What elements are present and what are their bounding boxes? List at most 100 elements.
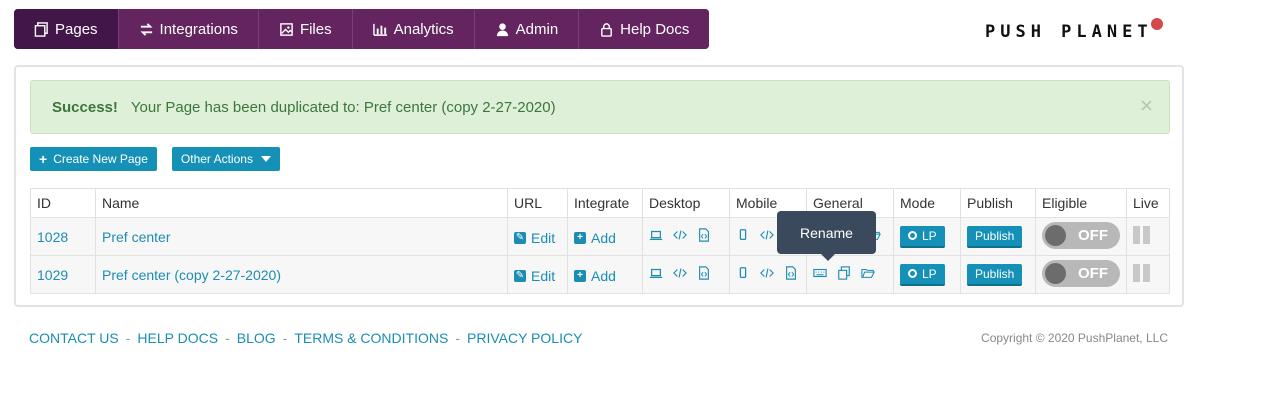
code-icon[interactable] <box>673 266 687 280</box>
pause-icon[interactable] <box>1133 226 1150 244</box>
publish-button[interactable]: Publish <box>967 263 1023 286</box>
files-icon <box>279 22 294 37</box>
add-label: Add <box>591 267 616 284</box>
duplicate-icon[interactable] <box>837 266 851 280</box>
contact-us-link[interactable]: CONTACT US <box>29 330 119 346</box>
mode-label: LP <box>922 266 937 281</box>
pause-icon[interactable] <box>1133 264 1150 282</box>
plus-square-icon: + <box>574 231 586 244</box>
nav-item-files[interactable]: Files <box>258 9 353 49</box>
col-url: URL <box>507 188 568 218</box>
page-name-link[interactable]: Pref center (copy 2-27-2020) <box>102 267 281 283</box>
integrate-add-link[interactable]: + Add <box>574 268 616 284</box>
other-actions-label: Other Actions <box>180 152 253 166</box>
code-file-icon[interactable] <box>697 266 711 280</box>
logo-text: PUSH PLANET <box>985 22 1153 42</box>
table-row: 1029 Pref center (copy 2-27-2020) ✎ Edit … <box>30 255 1170 294</box>
nav-item-label: Admin <box>515 20 559 38</box>
logo-dot-icon <box>1150 18 1163 30</box>
code-icon[interactable] <box>760 228 774 242</box>
alert-title: Success! <box>52 98 118 116</box>
mobile-icon[interactable] <box>736 228 750 242</box>
nav-item-analytics[interactable]: Analytics <box>352 9 475 49</box>
nav-item-label: Help Docs <box>620 20 690 38</box>
mode-lp-button[interactable]: LP <box>900 263 945 286</box>
col-name: Name <box>95 188 508 218</box>
lock-icon <box>599 22 614 37</box>
terms-link[interactable]: TERMS & CONDITIONS <box>294 330 448 346</box>
nav-item-label: Pages <box>55 20 98 38</box>
nav-item-label: Integrations <box>159 20 238 38</box>
publish-button[interactable]: Publish <box>967 225 1023 248</box>
other-actions-button[interactable]: Other Actions <box>171 147 280 171</box>
rename-keyboard-icon[interactable] <box>813 266 827 280</box>
nav-item-admin[interactable]: Admin <box>474 9 580 49</box>
table-row: 1028 Pref center ✎ Edit + Add LP Publish <box>30 217 1170 256</box>
mode-lp-button[interactable]: LP <box>900 225 945 248</box>
help-docs-link[interactable]: HELP DOCS <box>137 330 218 346</box>
edit-icon: ✎ <box>514 231 526 244</box>
footer-separator: - <box>455 330 460 346</box>
col-live: Live <box>1126 188 1170 218</box>
pages-icon <box>34 21 49 37</box>
code-icon[interactable] <box>760 266 774 280</box>
mode-label: LP <box>922 228 937 243</box>
chevron-down-icon <box>260 156 271 162</box>
rename-tooltip: Rename <box>777 211 876 261</box>
toggle-knob <box>1045 262 1066 284</box>
mode-dot-icon <box>908 231 917 240</box>
laptop-icon[interactable] <box>649 228 663 242</box>
code-icon[interactable] <box>673 228 687 242</box>
toggle-label: OFF <box>1078 226 1108 244</box>
col-mode: Mode <box>893 188 961 218</box>
close-icon[interactable]: × <box>1140 95 1153 117</box>
push-planet-logo: PUSH PLANET <box>985 18 1163 42</box>
add-label: Add <box>591 229 616 246</box>
folder-open-icon[interactable] <box>861 266 875 280</box>
footer-separator: - <box>125 330 131 346</box>
create-new-page-label: Create New Page <box>53 152 148 166</box>
col-integrate: Integrate <box>567 188 643 218</box>
alert-message: Your Page has been duplicated to: Pref c… <box>130 98 556 116</box>
code-file-icon[interactable] <box>784 266 798 280</box>
page-name-link[interactable]: Pref center <box>102 229 170 245</box>
eligible-toggle[interactable]: OFF <box>1042 259 1120 287</box>
pages-panel: Success! Your Page has been duplicated t… <box>14 65 1184 307</box>
code-file-icon[interactable] <box>697 228 711 242</box>
integrate-add-link[interactable]: + Add <box>574 230 616 246</box>
admin-icon <box>495 22 510 37</box>
table-header-row: ID Name URL Integrate Desktop Mobile Gen… <box>30 188 1170 218</box>
blog-link[interactable]: BLOG <box>237 330 276 346</box>
edit-icon: ✎ <box>514 269 526 282</box>
toggle-label: OFF <box>1078 264 1108 282</box>
url-edit-link[interactable]: ✎ Edit <box>514 268 555 284</box>
toggle-knob <box>1045 224 1066 246</box>
plus-icon: + <box>39 151 48 167</box>
edit-label: Edit <box>531 267 556 284</box>
integrations-icon <box>139 22 154 37</box>
page-id-link[interactable]: 1028 <box>37 229 68 245</box>
footer-separator: - <box>282 330 288 346</box>
action-buttons: + Create New Page Other Actions <box>30 147 280 171</box>
footer-links: CONTACT US - HELP DOCS - BLOG - TERMS & … <box>29 330 582 346</box>
nav-item-integrations[interactable]: Integrations <box>118 9 259 49</box>
page-id-link[interactable]: 1029 <box>37 267 68 283</box>
top-nav: Pages Integrations Files Analytics Admin… <box>14 9 710 49</box>
nav-item-label: Files <box>299 20 332 38</box>
analytics-icon <box>372 22 388 37</box>
nav-item-pages[interactable]: Pages <box>14 9 119 49</box>
copyright-text: Copyright © 2020 PushPlanet, LLC <box>981 331 1168 345</box>
mobile-icon[interactable] <box>736 266 750 280</box>
privacy-policy-link[interactable]: PRIVACY POLICY <box>467 330 582 346</box>
success-alert: Success! Your Page has been duplicated t… <box>30 80 1170 134</box>
plus-square-icon: + <box>574 269 586 282</box>
eligible-toggle[interactable]: OFF <box>1042 221 1120 249</box>
col-desktop: Desktop <box>642 188 730 218</box>
laptop-icon[interactable] <box>649 266 663 280</box>
footer-separator: - <box>225 330 230 346</box>
pages-table: ID Name URL Integrate Desktop Mobile Gen… <box>30 188 1170 294</box>
create-new-page-button[interactable]: + Create New Page <box>30 147 157 171</box>
url-edit-link[interactable]: ✎ Edit <box>514 230 555 246</box>
nav-item-help-docs[interactable]: Help Docs <box>579 9 710 49</box>
col-eligible: Eligible <box>1035 188 1127 218</box>
